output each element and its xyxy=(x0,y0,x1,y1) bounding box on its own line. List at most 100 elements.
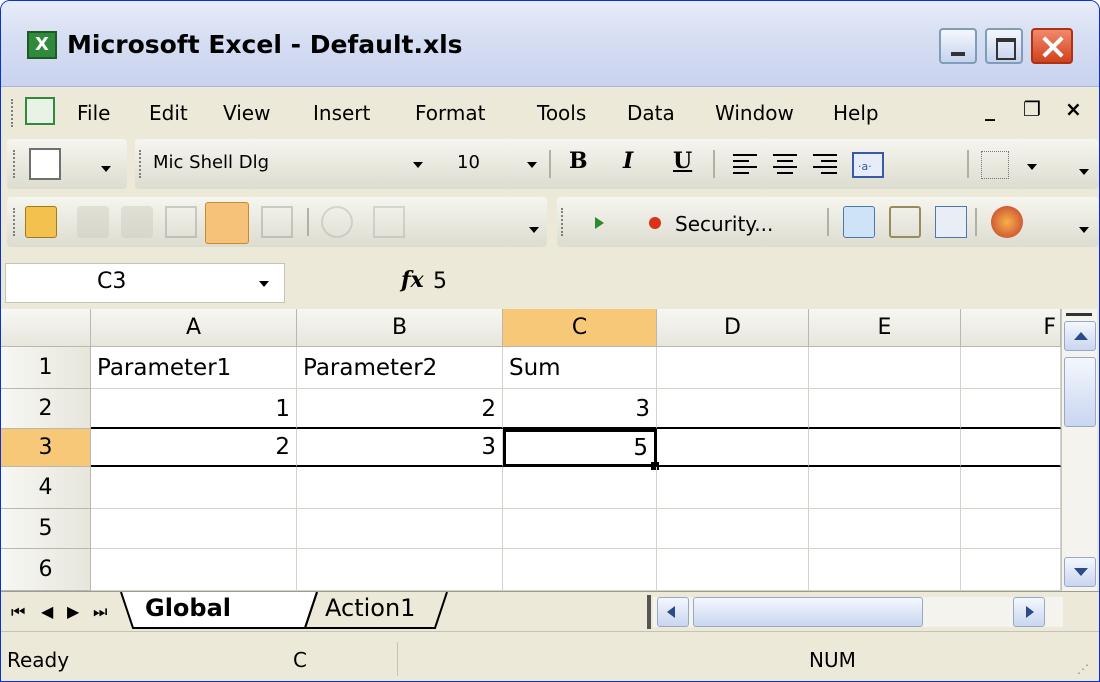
font-name-select[interactable]: Mic Shell Dlg xyxy=(147,148,417,180)
column-header-b[interactable]: B xyxy=(297,309,503,347)
cell-a2[interactable]: 1 xyxy=(91,389,297,429)
cell-e5[interactable] xyxy=(809,509,961,549)
horizontal-scroll-thumb[interactable] xyxy=(693,597,923,627)
toolbar-options-icon[interactable] xyxy=(97,148,115,180)
toolbar-grip[interactable] xyxy=(13,150,17,178)
cell-d3[interactable] xyxy=(657,429,809,467)
record-macro-icon[interactable] xyxy=(649,217,661,229)
horizontal-scrollbar[interactable] xyxy=(647,595,1063,629)
design-mode-icon[interactable] xyxy=(935,206,967,238)
cell-c5[interactable] xyxy=(503,509,657,549)
resize-grip-icon[interactable]: ⋰ xyxy=(1077,662,1089,676)
bold-button[interactable]: B xyxy=(569,148,588,174)
underline-button[interactable]: U xyxy=(673,148,692,174)
edit-comment-icon[interactable] xyxy=(261,206,293,238)
cell-e3[interactable] xyxy=(809,429,961,467)
column-header-e[interactable]: E xyxy=(809,309,961,347)
back-icon[interactable] xyxy=(77,206,109,238)
tab-global[interactable]: Global xyxy=(135,592,241,628)
cell-b1[interactable]: Parameter2 xyxy=(297,347,503,389)
window-icon[interactable] xyxy=(165,206,197,238)
row-header-4[interactable]: 4 xyxy=(1,467,91,509)
cell-e6[interactable] xyxy=(809,549,961,591)
toolbar-grip[interactable] xyxy=(13,208,17,236)
security-button[interactable]: Security... xyxy=(675,212,773,236)
doc-restore-icon[interactable]: ❐ xyxy=(1023,97,1041,121)
cell-c2[interactable]: 3 xyxy=(503,389,657,429)
row-header-6[interactable]: 6 xyxy=(1,549,91,591)
maximize-button[interactable] xyxy=(985,28,1023,64)
cell-f3[interactable] xyxy=(961,429,1061,467)
row-header-2[interactable]: 2 xyxy=(1,389,91,429)
cell-a1[interactable]: Parameter1 xyxy=(91,347,297,389)
toolbar-grip[interactable] xyxy=(561,208,565,236)
doc-minimize-icon[interactable]: _ xyxy=(985,97,995,121)
borders-icon[interactable] xyxy=(981,151,1009,179)
font-size-select[interactable]: 10 xyxy=(451,148,523,180)
menu-edit[interactable]: Edit xyxy=(149,101,188,125)
cell-c1[interactable]: Sum xyxy=(503,347,657,389)
cell-c6[interactable] xyxy=(503,549,657,591)
show-all-icon[interactable] xyxy=(205,202,249,244)
toolbar-grip[interactable] xyxy=(139,150,143,178)
previous-sheet-icon[interactable]: ◀ xyxy=(41,602,53,621)
title-bar[interactable]: X Microsoft Excel - Default.xls xyxy=(1,1,1099,87)
cell-b2[interactable]: 2 xyxy=(297,389,503,429)
cell-a4[interactable] xyxy=(91,467,297,509)
menu-insert[interactable]: Insert xyxy=(313,101,370,125)
menu-format[interactable]: Format xyxy=(415,101,485,125)
close-button[interactable] xyxy=(1031,28,1073,64)
menu-file[interactable]: File xyxy=(77,101,110,125)
menu-view[interactable]: View xyxy=(223,101,270,125)
name-box-dropdown-icon[interactable] xyxy=(259,281,269,287)
align-center-icon[interactable] xyxy=(773,154,797,174)
minimize-button[interactable] xyxy=(939,28,977,64)
cell-e4[interactable] xyxy=(809,467,961,509)
column-header-f[interactable]: F xyxy=(961,309,1061,347)
row-header-3[interactable]: 3 xyxy=(1,429,91,467)
cell-d6[interactable] xyxy=(657,549,809,591)
next-sheet-icon[interactable]: ▶ xyxy=(67,602,79,621)
toolbar-options-icon[interactable] xyxy=(1075,149,1093,181)
cell-f4[interactable] xyxy=(961,467,1061,509)
column-header-d[interactable]: D xyxy=(657,309,809,347)
cell-f5[interactable] xyxy=(961,509,1061,549)
cell-d5[interactable] xyxy=(657,509,809,549)
cell-f2[interactable] xyxy=(961,389,1061,429)
column-header-c[interactable]: C xyxy=(503,309,657,347)
cell-b5[interactable] xyxy=(297,509,503,549)
menu-grip[interactable] xyxy=(11,99,15,127)
menu-tools[interactable]: Tools xyxy=(537,101,586,125)
menu-help[interactable]: Help xyxy=(833,101,879,125)
control-toolbox-icon[interactable] xyxy=(889,206,921,238)
cell-b3[interactable]: 3 xyxy=(297,429,503,467)
scroll-down-icon[interactable] xyxy=(1064,557,1096,587)
forward-icon[interactable] xyxy=(121,206,153,238)
align-left-icon[interactable] xyxy=(733,154,757,174)
align-right-icon[interactable] xyxy=(813,154,837,174)
visual-basic-editor-icon[interactable] xyxy=(843,206,875,238)
row-header-1[interactable]: 1 xyxy=(1,347,91,389)
cell-c3[interactable]: 5 xyxy=(503,429,657,467)
cell-b4[interactable] xyxy=(297,467,503,509)
cell-d4[interactable] xyxy=(657,467,809,509)
menu-window[interactable]: Window xyxy=(715,101,794,125)
ink-icon[interactable] xyxy=(321,206,353,238)
merge-center-icon[interactable]: ·a· xyxy=(852,152,884,178)
select-all-corner[interactable] xyxy=(1,309,91,347)
cell-c4[interactable] xyxy=(503,467,657,509)
toolbar-options-icon[interactable] xyxy=(1075,207,1093,239)
workbook-icon[interactable] xyxy=(25,97,55,125)
scroll-thumb[interactable] xyxy=(1064,357,1096,427)
cell-e1[interactable] xyxy=(809,347,961,389)
toolbar-options-icon[interactable] xyxy=(525,207,543,239)
cell-f1[interactable] xyxy=(961,347,1061,389)
italic-button[interactable]: I xyxy=(623,148,633,174)
doc-close-icon[interactable]: × xyxy=(1065,97,1082,121)
script-editor-icon[interactable] xyxy=(991,206,1023,238)
delete-ink-icon[interactable] xyxy=(373,206,405,238)
formula-input[interactable]: 5 xyxy=(433,269,447,294)
cell-a6[interactable] xyxy=(91,549,297,591)
tab-action1[interactable]: Action1 xyxy=(315,592,425,628)
scroll-left-icon[interactable] xyxy=(657,597,689,627)
